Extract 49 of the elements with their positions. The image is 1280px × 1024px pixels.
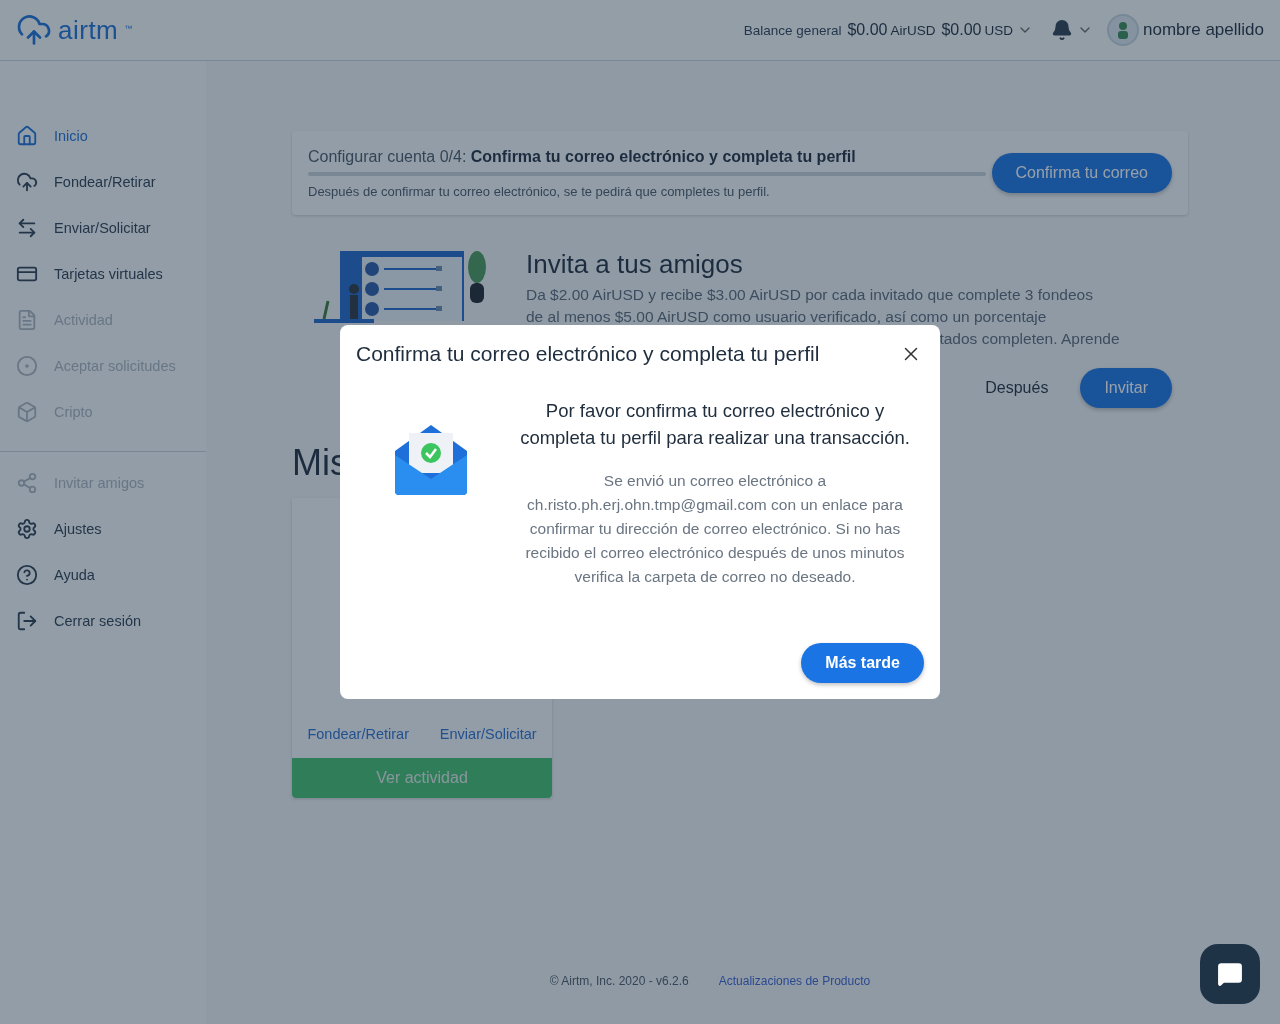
sidebar-item[interactable]: Tarjetas virtuales (0, 251, 206, 297)
person-icon (1116, 21, 1131, 39)
sidebar-item[interactable]: Fondear/Retirar (0, 159, 206, 205)
invite-button[interactable]: Invitar (1080, 368, 1172, 408)
logo-text: airtm (58, 14, 119, 46)
setup-title: Configurar cuenta 0/4: Confirma tu correo electrónico y completa tu perfil (308, 147, 857, 166)
cloud-logo-icon (16, 12, 52, 48)
card-link[interactable]: Fondear/Retirar (307, 726, 409, 742)
invite-text: de al menos $5.00 AirUSD como usuario verificado, así como un porcentaje (526, 307, 1047, 327)
dialog-title: Confirma tu correo electrónico y completa tu perfil (356, 342, 820, 366)
balance-amount: $0.00 (941, 21, 982, 39)
later-button[interactable]: Más tarde (801, 643, 924, 683)
chat-bubble-icon (1217, 961, 1243, 987)
nav-icon (16, 309, 38, 331)
dialog-message: Se envió un correo electrónico a ch.risto.ph.erj.ohn.tmp@gmail.com con un enlace para confirmar tu dirección de correo electrónico. Si no has recibido el correo electrónico después de unos minutos verifica la carpeta de correo no deseado. (524, 471, 906, 587)
view-activity-button[interactable]: Ver actividad (292, 758, 552, 798)
invite-title: Invita a tus amigos (526, 249, 744, 280)
sidebar-item[interactable]: Enviar/Solicitar (0, 205, 206, 251)
dialog-heading: Por favor confirma tu correo electrónico y completa tu perfil para realizar una transacción. (519, 399, 911, 450)
envelope-check-icon (395, 425, 467, 497)
invite-text: Da $2.00 AirUSD y recibe $3.00 AirUSD por cada invitado que complete 3 fondeos (526, 285, 1093, 305)
chat-button[interactable] (1200, 944, 1260, 1004)
nav-icon (16, 171, 38, 193)
confirm-email-button[interactable]: Confirma tu correo (991, 153, 1172, 193)
trademark-mark: ™ (124, 24, 133, 33)
balance-amount: $0.00 (847, 21, 888, 39)
nav-icon (16, 355, 38, 377)
sidebar-item[interactable]: Ajustes (0, 506, 206, 552)
nav-icon (16, 610, 38, 632)
user-name[interactable]: nombre apellido (1143, 20, 1264, 40)
sidebar-item[interactable]: Cerrar sesión (0, 598, 206, 644)
later-button[interactable]: Después (979, 378, 1055, 398)
nav-icon (16, 518, 38, 540)
nav-icon (16, 401, 38, 423)
avatar[interactable] (1107, 14, 1140, 46)
currency-label: USD (984, 22, 1014, 38)
copyright-text: © Airtm, Inc. 2020 - v6.2.6 (549, 974, 689, 990)
product-updates-link[interactable]: Actualizaciones de Producto (718, 974, 871, 1024)
nav-icon (16, 125, 38, 147)
setup-subtitle: Después de confirmar tu correo electrónico, se te pedirá que completes tu perfil. (308, 183, 771, 199)
sidebar-item[interactable]: Inicio (0, 113, 206, 159)
card-link[interactable]: Enviar/Solicitar (439, 726, 537, 742)
sidebar-item[interactable]: Ayuda (0, 552, 206, 598)
notification-bell-icon (1051, 19, 1074, 41)
currency-label: AirUSD (890, 22, 936, 38)
balance-label: Balance general (743, 22, 842, 38)
nav-icon (16, 217, 38, 239)
nav-icon (16, 472, 38, 494)
nav-icon (16, 564, 38, 586)
